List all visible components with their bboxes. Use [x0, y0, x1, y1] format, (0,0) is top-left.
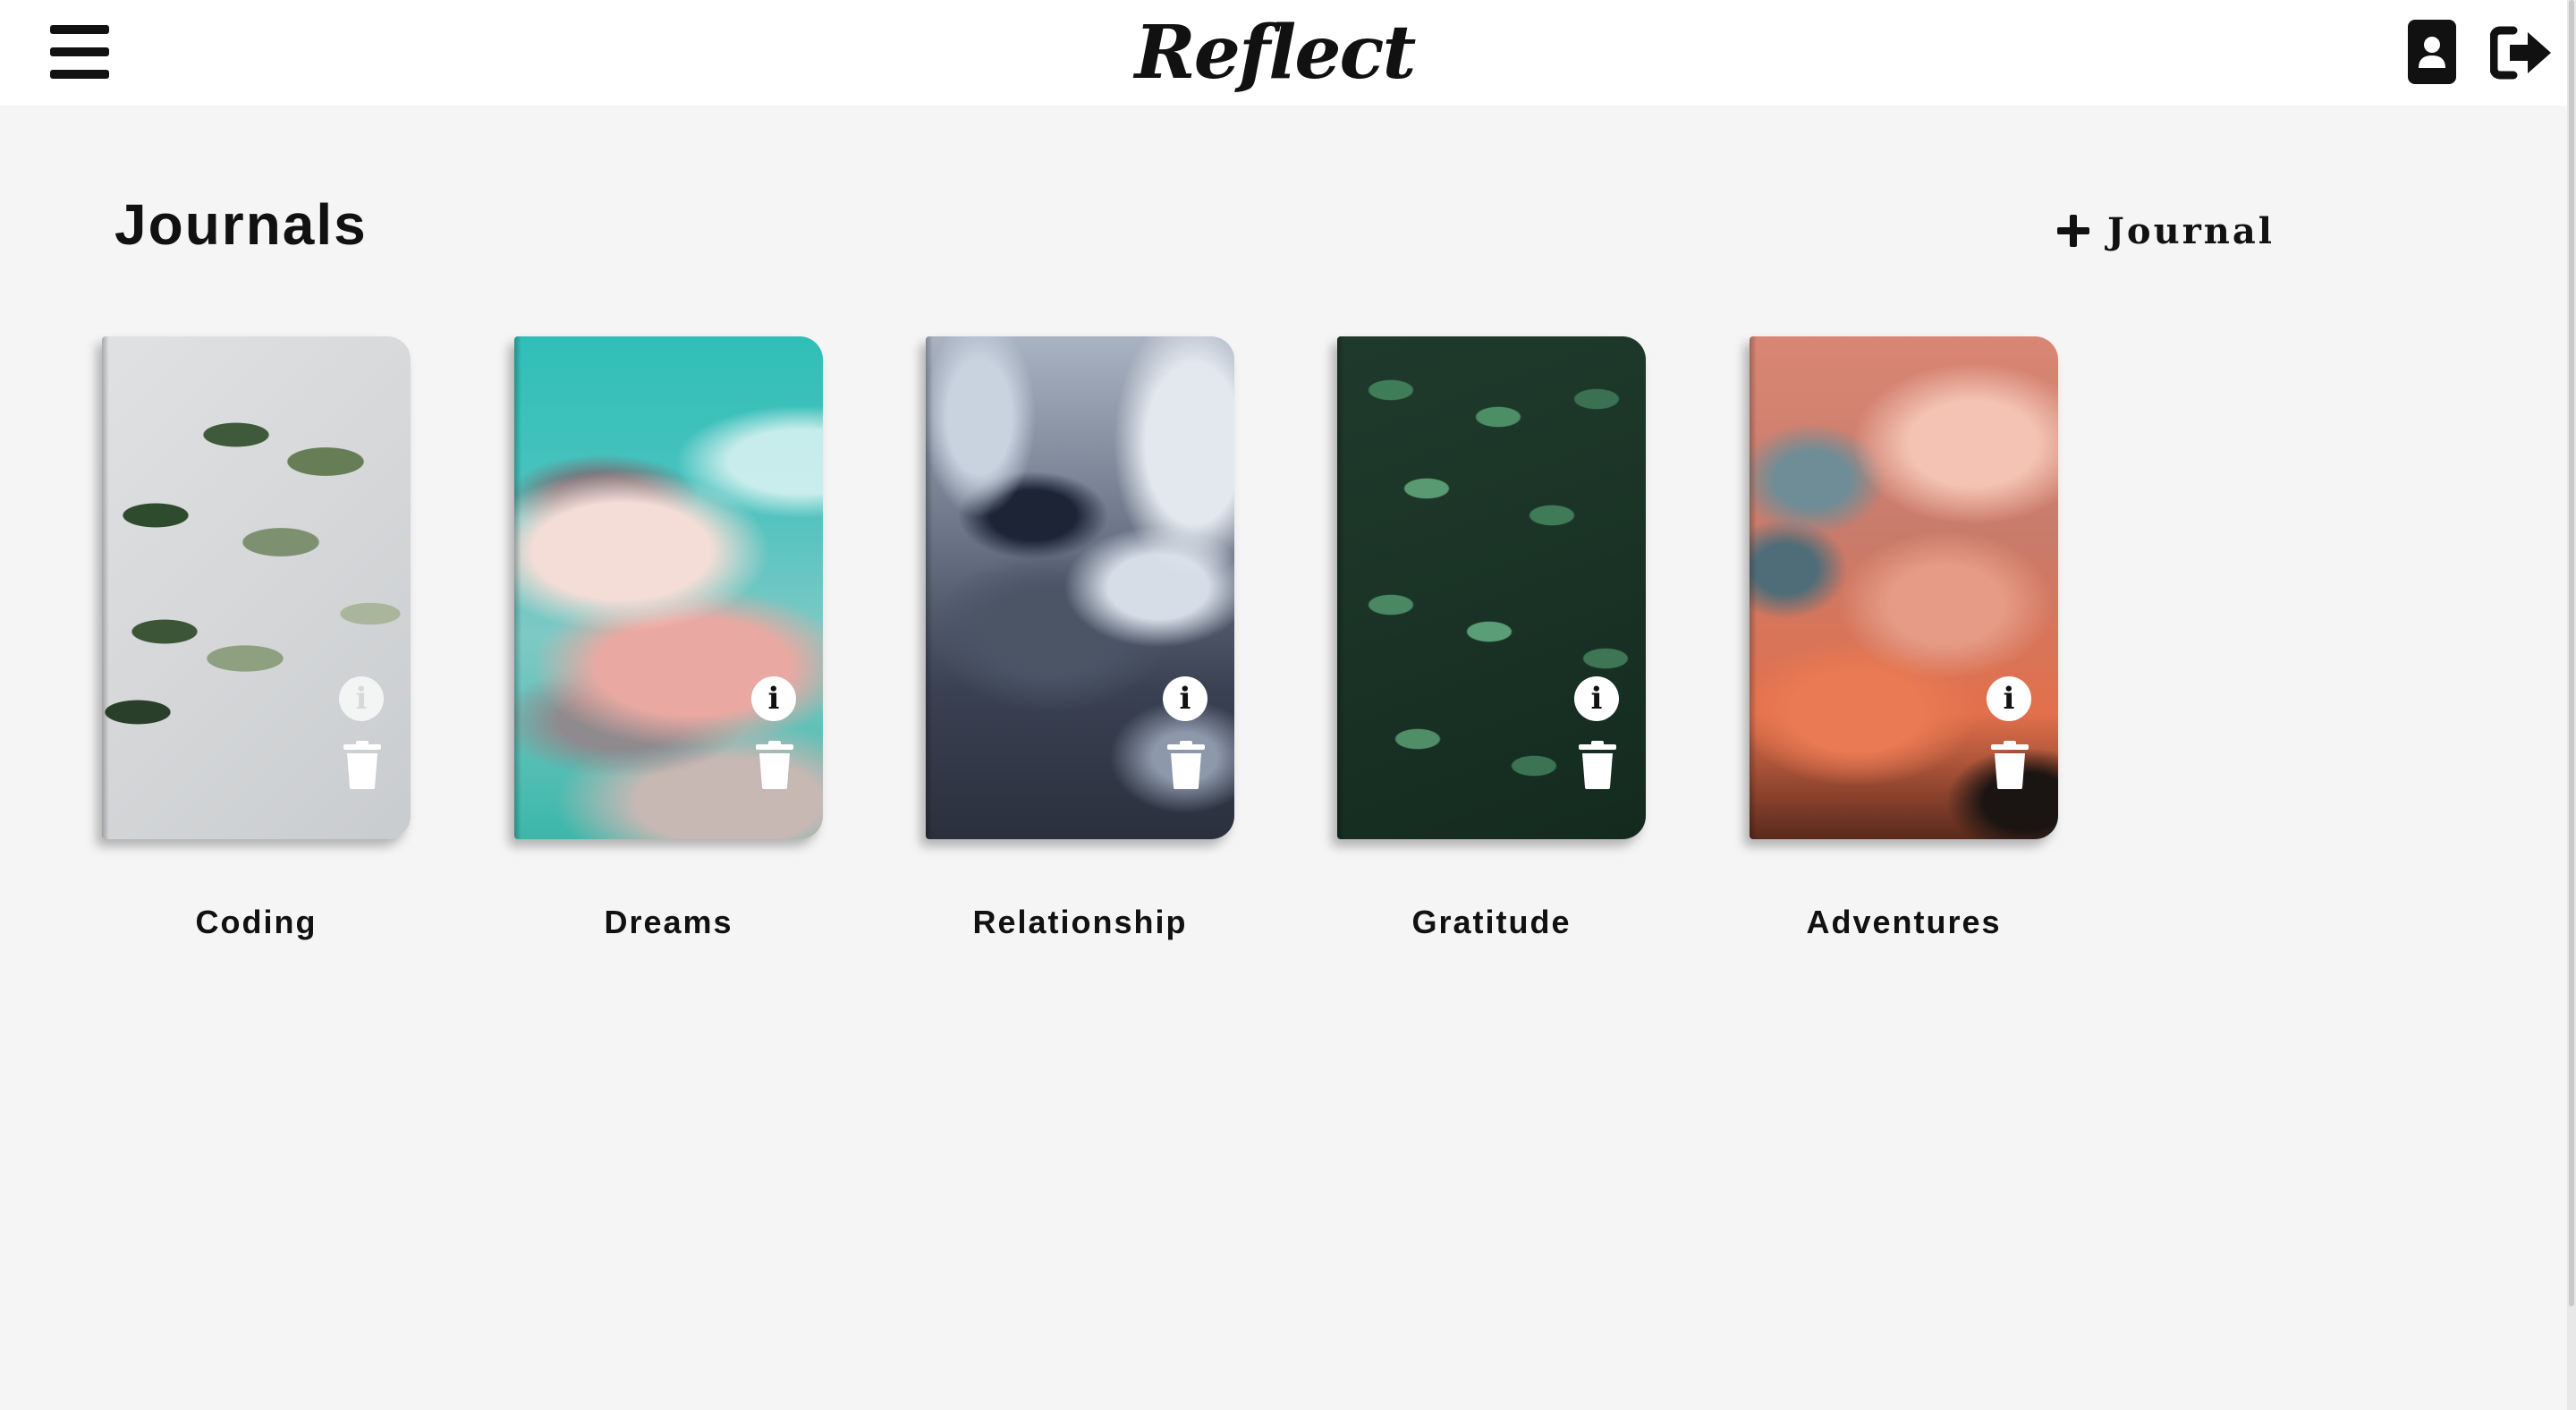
plus-icon	[2057, 215, 2089, 247]
journal-name[interactable]: Coding	[102, 904, 411, 941]
trash-icon[interactable]	[1167, 741, 1205, 789]
page-title: Journals	[114, 192, 368, 257]
journal-cover[interactable]: i	[1750, 336, 2058, 839]
journal-cover[interactable]: i	[514, 336, 823, 839]
info-icon[interactable]: i	[1987, 676, 2031, 721]
trash-icon[interactable]	[1579, 741, 1616, 789]
journal-cover[interactable]: i	[926, 336, 1234, 839]
info-icon[interactable]: i	[339, 676, 384, 721]
brand-logo[interactable]: Reflect	[1073, 0, 1476, 106]
scrollbar-thumb[interactable]	[2569, 0, 2574, 1306]
menu-bar	[50, 70, 109, 79]
journal-name[interactable]: Dreams	[514, 904, 823, 941]
top-navbar: Reflect	[0, 0, 2567, 106]
journal-cover[interactable]: i	[102, 336, 411, 839]
info-icon[interactable]: i	[1163, 676, 1208, 721]
add-journal-label: Journal	[2107, 209, 2275, 252]
info-icon[interactable]: i	[1574, 676, 1619, 721]
journal-card: i Coding	[102, 336, 411, 940]
journal-card: i Dreams	[514, 336, 823, 940]
trash-icon[interactable]	[343, 741, 381, 789]
journal-name[interactable]: Adventures	[1750, 904, 2058, 941]
menu-bar	[50, 25, 109, 34]
trash-icon[interactable]	[756, 741, 793, 789]
hamburger-menu-icon[interactable]	[50, 25, 109, 79]
journal-name[interactable]: Gratitude	[1337, 904, 1646, 941]
journal-card: i Relationship	[926, 336, 1234, 940]
journal-card: i Adventures	[1750, 336, 2058, 940]
menu-bar	[50, 47, 109, 56]
journal-card: i Gratitude	[1337, 336, 1646, 940]
sign-out-icon[interactable]	[2490, 25, 2555, 81]
trash-icon[interactable]	[1991, 741, 2029, 789]
journal-name[interactable]: Relationship	[926, 904, 1234, 941]
journal-cover[interactable]: i	[1337, 336, 1646, 839]
info-icon[interactable]: i	[751, 676, 796, 721]
user-profile-icon[interactable]	[2408, 20, 2456, 84]
add-journal-button[interactable]: Journal	[2057, 204, 2275, 258]
page-scrollbar[interactable]	[2567, 0, 2576, 1410]
